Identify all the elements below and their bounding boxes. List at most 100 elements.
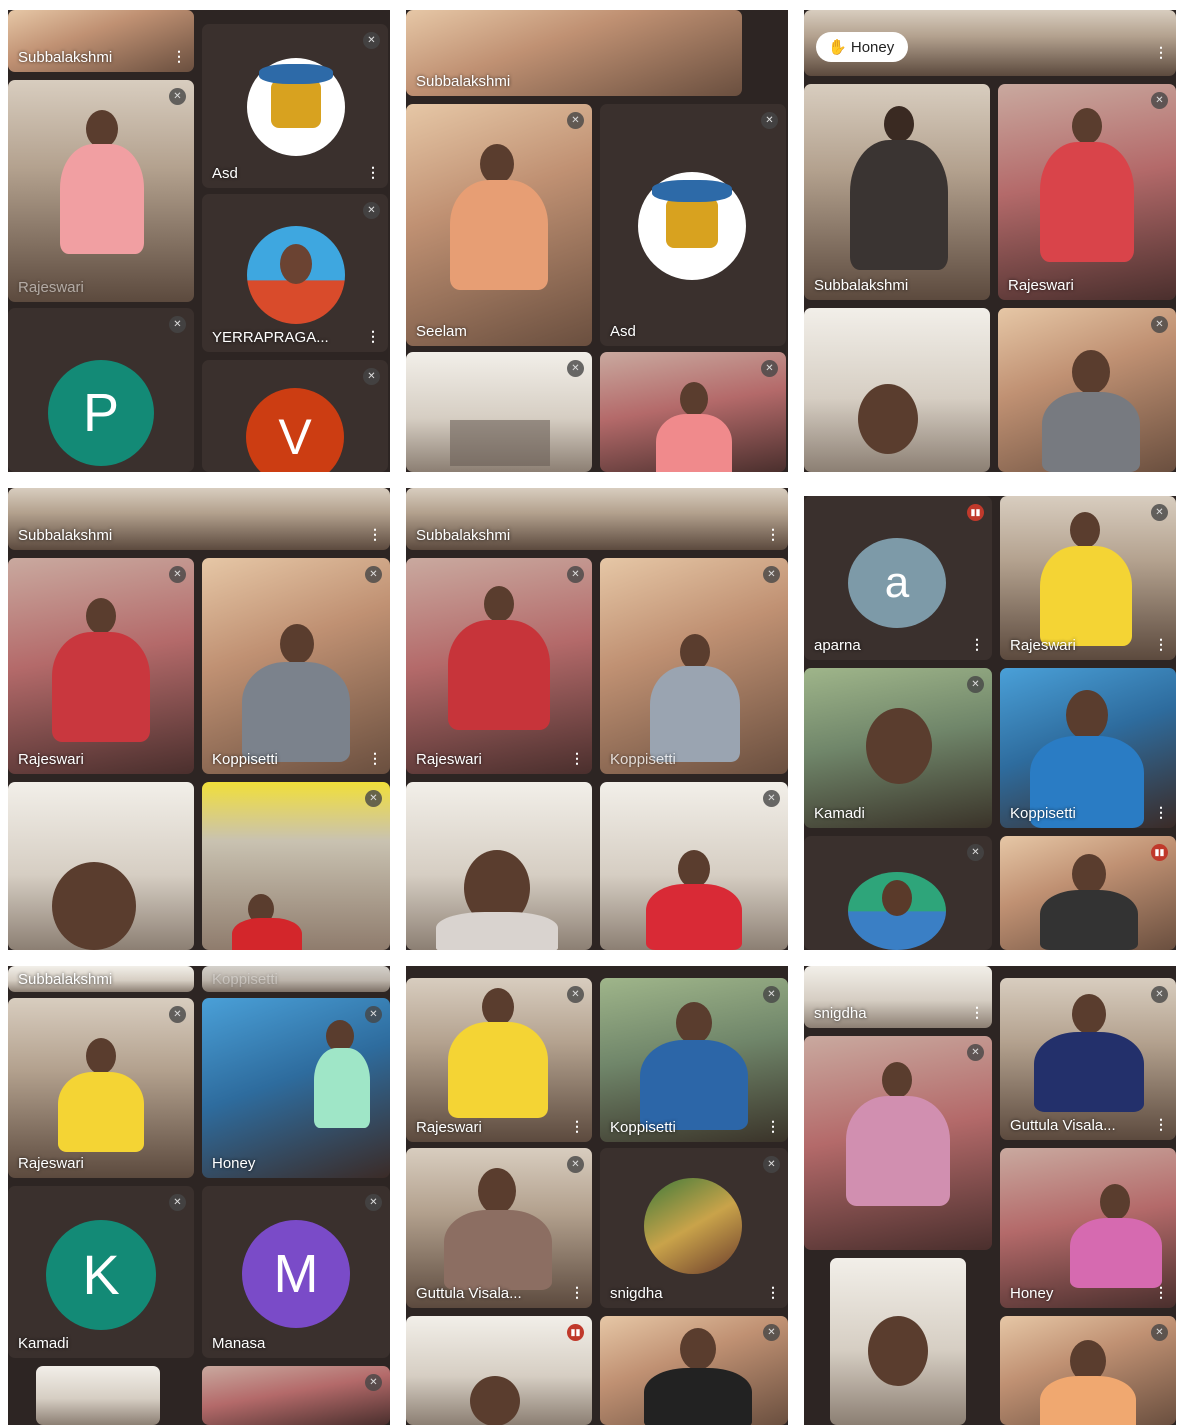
more-options-icon[interactable]: ⋮ [766,1118,780,1135]
speaking-indicator-icon: ▮▮ [1151,844,1168,861]
profile-photo [644,1178,742,1274]
participant-tile[interactable]: M Manasa ✕ [202,1186,390,1358]
participant-tile[interactable]: YERRAPRAGA... ⋮ ✕ [202,194,388,352]
more-options-icon[interactable]: ⋮ [570,750,584,767]
more-options-icon[interactable]: ⋮ [172,48,186,65]
mic-off-icon: ✕ [363,32,380,49]
participant-tile[interactable] [8,782,194,950]
more-options-icon[interactable]: ⋮ [1154,1284,1168,1301]
more-options-icon[interactable]: ⋮ [1154,44,1168,69]
participant-tile[interactable]: Rajeswari ⋮ ✕ [1000,496,1176,660]
participant-tile[interactable]: ✋ Honey ⋮ [804,10,1176,76]
participant-tile[interactable]: Koppisetti ⋮ ✕ [600,978,788,1142]
participant-tile[interactable]: ▮▮ [406,1316,592,1425]
participant-tile[interactable]: Rajeswari ⋮ ✕ [406,978,592,1142]
participant-tile[interactable]: Rajeswari ✕ [8,558,194,774]
participant-tile[interactable]: ✕ [406,352,592,472]
participant-tile[interactable]: ✕ [804,836,992,950]
participant-tile[interactable]: Rajeswari ✕ [8,998,194,1178]
participant-tile[interactable]: V ✕ [202,360,388,472]
participant-tile[interactable]: ✕ [1000,1316,1176,1425]
participant-tile[interactable]: ✕ [998,308,1176,472]
avatar: P [48,360,154,466]
mic-off-icon: ✕ [763,790,780,807]
participant-name: Koppisetti [610,1119,676,1136]
participant-tile[interactable]: Subbalakshmi ⋮ [406,488,788,550]
more-options-icon[interactable]: ⋮ [570,1118,584,1135]
participant-tile[interactable]: Guttula Visala... ⋮ ✕ [406,1148,592,1308]
participant-tile[interactable] [830,1258,966,1425]
more-options-icon[interactable]: ⋮ [1154,1116,1168,1133]
participant-tile[interactable]: Koppisetti [202,966,390,992]
participant-tile[interactable]: snigdha ⋮ ✕ [600,1148,788,1308]
participant-tile[interactable]: Koppisetti ⋮ [1000,668,1176,828]
participant-tile[interactable]: Asd ⋮ ✕ [202,24,388,188]
participant-tile[interactable]: Kamadi ✕ [804,668,992,828]
participant-tile[interactable]: Asd ✕ [600,104,786,346]
participant-tile[interactable]: Rajeswari ⋮ ✕ [406,558,592,774]
mic-off-icon: ✕ [169,1194,186,1211]
participant-tile[interactable]: Subbalakshmi ⋮ [8,488,390,550]
mic-off-icon: ✕ [967,1044,984,1061]
participant-name: Subbalakshmi [18,49,113,66]
mic-off-icon: ✕ [1151,92,1168,109]
participant-tile[interactable]: Subbalakshmi [804,84,990,300]
more-options-icon[interactable]: ⋮ [368,526,382,543]
mic-off-icon: ✕ [365,1006,382,1023]
mic-off-icon: ✕ [763,1156,780,1173]
profile-photo [848,872,946,950]
participant-tile[interactable]: Guttula Visala... ⋮ ✕ [1000,978,1176,1140]
participant-tile[interactable]: ✕ [202,1366,390,1425]
participant-tile[interactable]: ✕ [600,1316,788,1425]
more-options-icon[interactable]: ⋮ [970,1004,984,1021]
participant-tile[interactable] [406,782,592,950]
participant-tile[interactable] [36,1366,160,1425]
participant-name: Rajeswari [18,279,84,296]
mic-off-icon: ✕ [761,112,778,129]
participant-tile[interactable]: Seelam ✕ [406,104,592,346]
participant-name: Honey [212,1155,256,1172]
more-options-icon[interactable]: ⋮ [766,526,780,543]
participant-tile[interactable]: Subbalakshmi [406,10,742,96]
participant-tile[interactable]: Subbalakshmi ⋮ [8,10,194,72]
mic-off-icon: ✕ [567,360,584,377]
participant-tile[interactable]: snigdha ⋮ [804,966,992,1028]
mic-off-icon: ✕ [567,986,584,1003]
mic-off-icon: ✕ [365,1374,382,1391]
participant-tile[interactable]: ✕ [600,782,788,950]
more-options-icon[interactable]: ⋮ [1154,804,1168,821]
participant-tile[interactable]: Rajeswari ✕ [8,80,194,302]
more-options-icon[interactable]: ⋮ [366,164,380,181]
more-options-icon[interactable]: ⋮ [1154,636,1168,653]
more-options-icon[interactable]: ⋮ [766,1284,780,1301]
participant-name: Rajeswari [416,1119,482,1136]
meet-screenshot-2: Subbalakshmi Seelam ✕ Asd ✕ ✕ ✕ [406,10,788,472]
participant-tile[interactable]: Subbalakshmi [8,966,194,992]
participant-tile[interactable]: ✕ [202,782,390,950]
participant-name: Kamadi [814,805,865,822]
participant-tile[interactable]: P ✕ [8,308,194,472]
mic-off-icon: ✕ [567,1156,584,1173]
participant-tile[interactable]: Koppisetti ✕ [600,558,788,774]
participant-tile[interactable]: Rajeswari ✕ [998,84,1176,300]
participant-tile[interactable]: Honey ⋮ [1000,1148,1176,1308]
participant-name: Guttula Visala... [416,1285,522,1302]
more-options-icon[interactable]: ⋮ [970,636,984,653]
participant-name: aparna [814,637,861,654]
more-options-icon[interactable]: ⋮ [570,1284,584,1301]
logo-image [247,58,345,156]
participant-tile[interactable]: a aparna ⋮ ▮▮ [804,496,992,660]
participant-tile[interactable] [804,308,990,472]
more-options-icon[interactable]: ⋮ [368,750,382,767]
participant-tile[interactable]: K Kamadi ✕ [8,1186,194,1358]
participant-tile[interactable]: ▮▮ [1000,836,1176,950]
participant-tile[interactable]: Honey ✕ [202,998,390,1178]
avatar: M [242,1220,350,1328]
chip-name: Honey [850,39,895,56]
participant-name: Guttula Visala... [1010,1117,1116,1134]
participant-tile[interactable]: ✕ [600,352,786,472]
participant-tile[interactable]: ✕ [804,1036,992,1250]
more-options-icon[interactable]: ⋮ [366,328,380,345]
participant-name: Subbalakshmi [18,971,113,988]
participant-tile[interactable]: Koppisetti ⋮ ✕ [202,558,390,774]
